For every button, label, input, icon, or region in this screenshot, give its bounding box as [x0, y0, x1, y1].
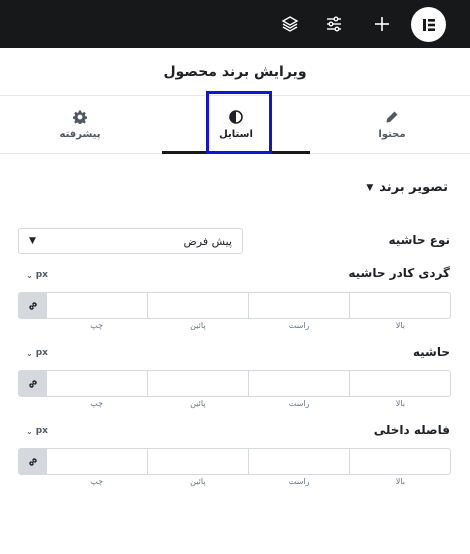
section-title: تصویر برند — [379, 180, 448, 195]
layers-icon[interactable] — [278, 12, 302, 36]
padding-top-input[interactable] — [349, 449, 450, 474]
padding-right-input[interactable] — [248, 449, 349, 474]
dim-label-top: بالا — [395, 399, 405, 408]
padding-bottom-input[interactable] — [147, 449, 248, 474]
border-radius-right-input[interactable] — [248, 293, 349, 318]
padding-inputs — [18, 448, 451, 475]
dim-label-bottom: پائین — [190, 321, 206, 330]
border-type-value: پیش فرض — [183, 234, 232, 248]
tab-advanced[interactable]: پیشرفته — [2, 96, 158, 153]
tab-content-label: محتوا — [378, 128, 406, 140]
pencil-icon — [386, 111, 398, 122]
border-width-left-input[interactable] — [47, 371, 147, 396]
gear-icon — [73, 110, 87, 124]
border-width-label: حاشیه — [412, 345, 450, 359]
dim-label-left: چپ — [90, 477, 104, 486]
border-width-top-input[interactable] — [349, 371, 450, 396]
border-radius-dimension-labels: بالا راست پائین چپ — [46, 321, 451, 330]
dim-label-right: راست — [288, 477, 310, 486]
chevron-down-icon: ⌄ — [26, 348, 33, 358]
panel-title: ویرایش برند محصول — [0, 48, 470, 96]
border-width-bottom-input[interactable] — [147, 371, 248, 396]
dim-label-top: بالا — [395, 321, 405, 330]
plus-icon[interactable] — [370, 12, 394, 36]
dim-label-left: چپ — [90, 399, 104, 408]
link-values-icon[interactable] — [19, 293, 47, 318]
dim-label-right: راست — [288, 399, 310, 408]
border-radius-top-input[interactable] — [349, 293, 450, 318]
top-bar — [0, 0, 470, 48]
border-width-right-input[interactable] — [248, 371, 349, 396]
chevron-down-icon: ⌄ — [26, 426, 33, 436]
link-values-icon[interactable] — [19, 371, 47, 396]
border-width-inputs — [18, 370, 451, 397]
elementor-logo-icon[interactable] — [411, 7, 446, 42]
border-radius-label: گردی کادر حاشیه — [348, 266, 450, 280]
border-radius-bottom-input[interactable] — [147, 293, 248, 318]
border-radius-left-input[interactable] — [47, 293, 147, 318]
tab-style-label: استایل — [219, 128, 253, 140]
tab-bar: محتوا استایل پیشرفته — [0, 96, 470, 154]
border-width-dimension-labels: بالا راست پائین چپ — [46, 399, 451, 408]
section-brand-image[interactable]: تصویر برند ▼ — [366, 180, 448, 195]
link-values-icon[interactable] — [19, 449, 47, 474]
tab-content[interactable]: محتوا — [314, 96, 470, 153]
padding-dimension-labels: بالا راست پائین چپ — [46, 477, 451, 486]
border-radius-unit-select[interactable]: ⌄ px — [26, 270, 48, 280]
caret-down-icon: ▼ — [366, 182, 374, 193]
dim-label-right: راست — [288, 321, 310, 330]
border-radius-unit: px — [35, 270, 48, 280]
dim-label-bottom: پائین — [190, 477, 206, 486]
chevron-down-icon: ⌄ — [26, 270, 33, 280]
border-type-label: نوع حاشیه — [388, 233, 450, 247]
border-width-unit-select[interactable]: ⌄ px — [26, 348, 48, 358]
dim-label-top: بالا — [395, 477, 405, 486]
border-width-unit: px — [35, 348, 48, 358]
sliders-icon[interactable] — [322, 12, 346, 36]
tab-style[interactable]: استایل — [158, 96, 314, 154]
padding-label: فاصله داخلی — [373, 423, 450, 437]
dim-label-left: چپ — [90, 321, 104, 330]
dim-label-bottom: پائین — [190, 399, 206, 408]
chevron-down-icon: ▼ — [29, 236, 36, 246]
padding-unit-select[interactable]: ⌄ px — [26, 426, 48, 436]
border-type-select[interactable]: ▼ پیش فرض — [18, 228, 243, 254]
tab-advanced-label: پیشرفته — [59, 128, 101, 140]
half-circle-icon — [229, 109, 243, 124]
border-radius-inputs — [18, 292, 451, 319]
padding-unit: px — [35, 426, 48, 436]
padding-left-input[interactable] — [47, 449, 147, 474]
